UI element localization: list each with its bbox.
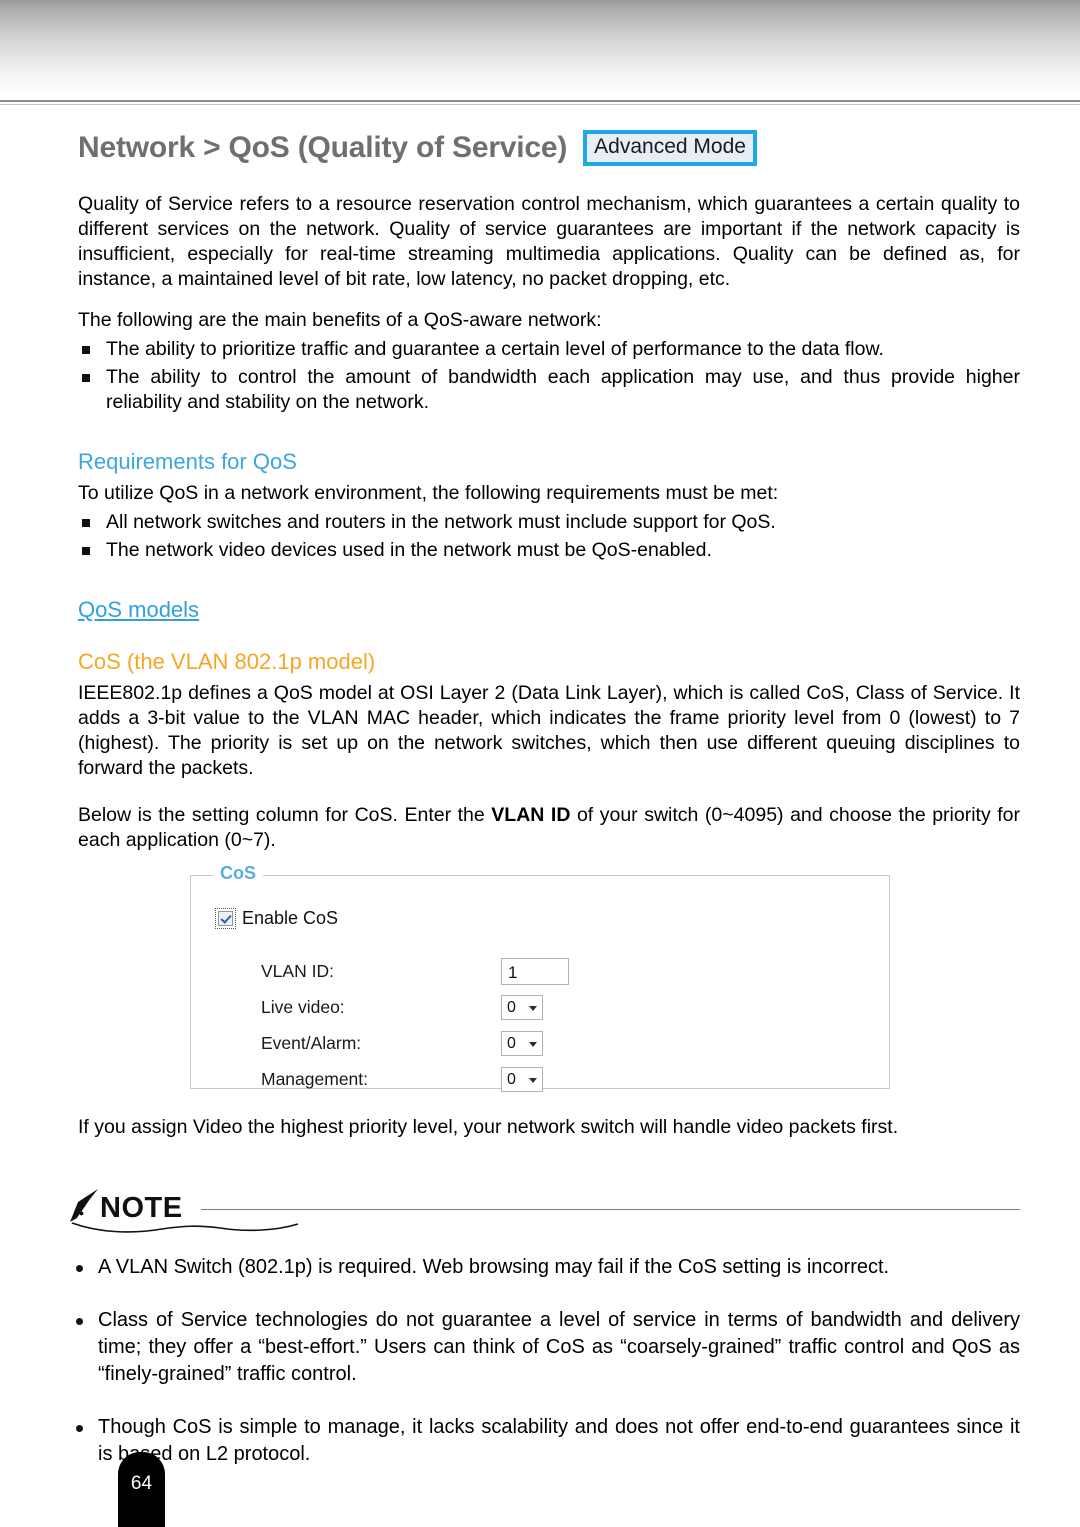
enable-cos-label: Enable CoS — [242, 907, 339, 928]
page-title: Network > QoS (Quality of Service) — [78, 130, 568, 164]
pen-nib-icon — [70, 1188, 98, 1222]
event-alarm-row: Event/Alarm: 0 — [261, 1026, 569, 1062]
note-title: NOTE — [100, 1191, 183, 1224]
vlan-id-label: VLAN ID: — [261, 961, 334, 982]
live-video-select[interactable]: 0 — [501, 995, 543, 1021]
note-divider — [200, 1208, 1020, 1210]
live-video-value: 0 — [507, 999, 516, 1017]
cos-model-paragraph: IEEE802.1p defines a QoS model at OSI La… — [78, 681, 1020, 779]
note-list: A VLAN Switch (802.1p) is required. Web … — [68, 1254, 1020, 1468]
cos-model-heading: CoS (the VLAN 802.1p model) — [78, 648, 376, 674]
after-figure-paragraph: If you assign Video the highest priority… — [78, 1115, 899, 1138]
list-item: The network video devices used in the ne… — [78, 538, 1020, 563]
enable-cos-focus-ring — [215, 907, 236, 929]
enable-cos-checkbox[interactable] — [218, 910, 233, 926]
setting-column-paragraph: Below is the setting column for CoS. Ent… — [78, 803, 1020, 853]
vlan-id-input[interactable]: 1 — [501, 958, 569, 986]
list-item: All network switches and routers in the … — [78, 510, 1020, 535]
header-rule-secondary — [0, 104, 1080, 105]
management-select[interactable]: 0 — [501, 1067, 543, 1093]
header-rule-primary — [0, 100, 1080, 102]
event-alarm-value: 0 — [507, 1035, 516, 1053]
requirements-heading: Requirements for QoS — [78, 448, 297, 474]
advanced-mode-badge: Advanced Mode — [583, 130, 757, 166]
page-number-tab: 64 — [118, 1452, 165, 1527]
list-item: The ability to prioritize traffic and gu… — [78, 337, 1020, 362]
list-item: Though CoS is simple to manage, it lacks… — [68, 1414, 1020, 1468]
event-alarm-label: Event/Alarm: — [261, 1033, 362, 1054]
note-header: NOTE — [68, 1182, 1020, 1226]
vlan-id-emphasis: VLAN ID — [491, 803, 571, 826]
management-label: Management: — [261, 1069, 369, 1090]
cos-field-rows: VLAN ID: 1 Live video: 0 Event/Alarm: 0 … — [261, 954, 569, 1098]
note-block: NOTE A VLAN Switch (802.1p) is required.… — [68, 1182, 1020, 1468]
management-row: Management: 0 — [261, 1062, 569, 1098]
page-title-row: Network > QoS (Quality of Service) Advan… — [78, 130, 1020, 166]
setting-lead-a: Below is the setting column for CoS. Ent… — [78, 803, 492, 826]
cos-fieldset-legend: CoS — [213, 862, 263, 884]
benefits-list: The ability to prioritize traffic and gu… — [78, 337, 1020, 415]
benefits-lead: The following are the main benefits of a… — [78, 308, 602, 331]
cos-fieldset: CoS Enable CoS VLAN ID: 1 Live video: 0 … — [190, 862, 890, 1093]
chevron-down-icon — [529, 1078, 537, 1084]
cos-settings-figure: CoS Enable CoS VLAN ID: 1 Live video: 0 … — [78, 862, 1020, 1093]
intro-paragraph: Quality of Service refers to a resource … — [78, 192, 1020, 290]
requirements-list: All network switches and routers in the … — [78, 510, 1020, 563]
list-item: A VLAN Switch (802.1p) is required. Web … — [68, 1254, 1020, 1281]
enable-cos-row[interactable]: Enable CoS — [215, 907, 339, 929]
page-number: 64 — [130, 1473, 153, 1494]
chevron-down-icon — [529, 1006, 537, 1012]
management-value: 0 — [507, 1071, 516, 1089]
live-video-row: Live video: 0 — [261, 990, 569, 1026]
live-video-label: Live video: — [261, 997, 345, 1018]
page-header-banner — [0, 0, 1080, 100]
list-item: The ability to control the amount of ban… — [78, 365, 1020, 415]
page-content: Network > QoS (Quality of Service) Advan… — [0, 112, 1080, 1468]
vlan-id-row: VLAN ID: 1 — [261, 954, 569, 990]
qos-models-heading: QoS models — [78, 596, 200, 622]
event-alarm-select[interactable]: 0 — [501, 1031, 543, 1057]
list-item: Class of Service technologies do not gua… — [68, 1307, 1020, 1388]
chevron-down-icon — [529, 1042, 537, 1048]
requirements-lead: To utilize QoS in a network environment,… — [78, 481, 779, 504]
